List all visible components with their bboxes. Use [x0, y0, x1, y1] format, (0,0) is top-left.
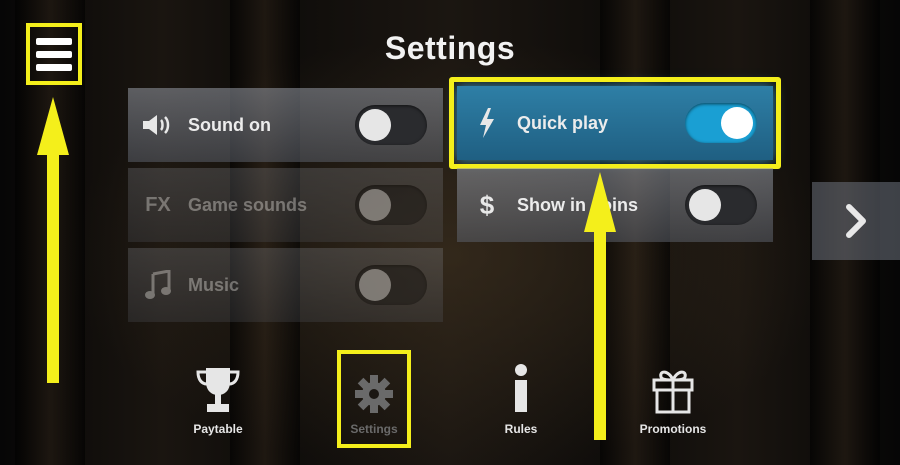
setting-label: Sound on	[188, 114, 271, 135]
chevron-right-icon	[846, 204, 866, 238]
setting-label: Music	[188, 274, 240, 295]
gift-icon	[623, 362, 723, 414]
show-in-coins-toggle[interactable]	[685, 185, 757, 225]
nav-paytable[interactable]: Paytable	[168, 362, 268, 436]
setting-row-game-sounds[interactable]: FX Game sounds	[128, 168, 443, 242]
music-toggle[interactable]	[355, 265, 427, 305]
annotation-arrow-up-icon	[37, 97, 69, 383]
nav-promotions[interactable]: Promotions	[623, 362, 723, 436]
hamburger-menu-button[interactable]	[26, 23, 82, 85]
nav-rules[interactable]: Rules	[471, 362, 571, 436]
fx-icon: FX	[145, 193, 171, 216]
dollar-icon: $	[479, 189, 495, 220]
trophy-icon	[168, 362, 268, 414]
next-page-button[interactable]	[812, 182, 900, 260]
setting-row-sound[interactable]: Sound on	[128, 88, 443, 162]
toggle-knob	[359, 189, 391, 221]
toggle-knob	[359, 269, 391, 301]
speaker-icon	[128, 112, 188, 138]
toggle-knob	[359, 109, 391, 141]
annotation-arrow-up-icon	[584, 172, 616, 440]
nav-label: Paytable	[193, 422, 243, 436]
annotation-settings-box	[337, 350, 411, 448]
menu-bar	[36, 37, 72, 45]
page-title: Settings	[384, 30, 516, 66]
toggle-knob	[689, 189, 721, 221]
menu-bar	[36, 63, 72, 71]
game-sounds-toggle[interactable]	[355, 185, 427, 225]
setting-label: Game sounds	[188, 194, 308, 215]
nav-label: Rules	[504, 422, 538, 436]
menu-bar	[36, 50, 72, 58]
nav-label: Promotions	[639, 422, 707, 436]
info-icon	[471, 362, 571, 414]
annotation-highlight-box	[449, 77, 781, 169]
sound-toggle[interactable]	[355, 105, 427, 145]
music-note-icon	[128, 270, 188, 300]
setting-row-music[interactable]: Music	[128, 248, 443, 322]
